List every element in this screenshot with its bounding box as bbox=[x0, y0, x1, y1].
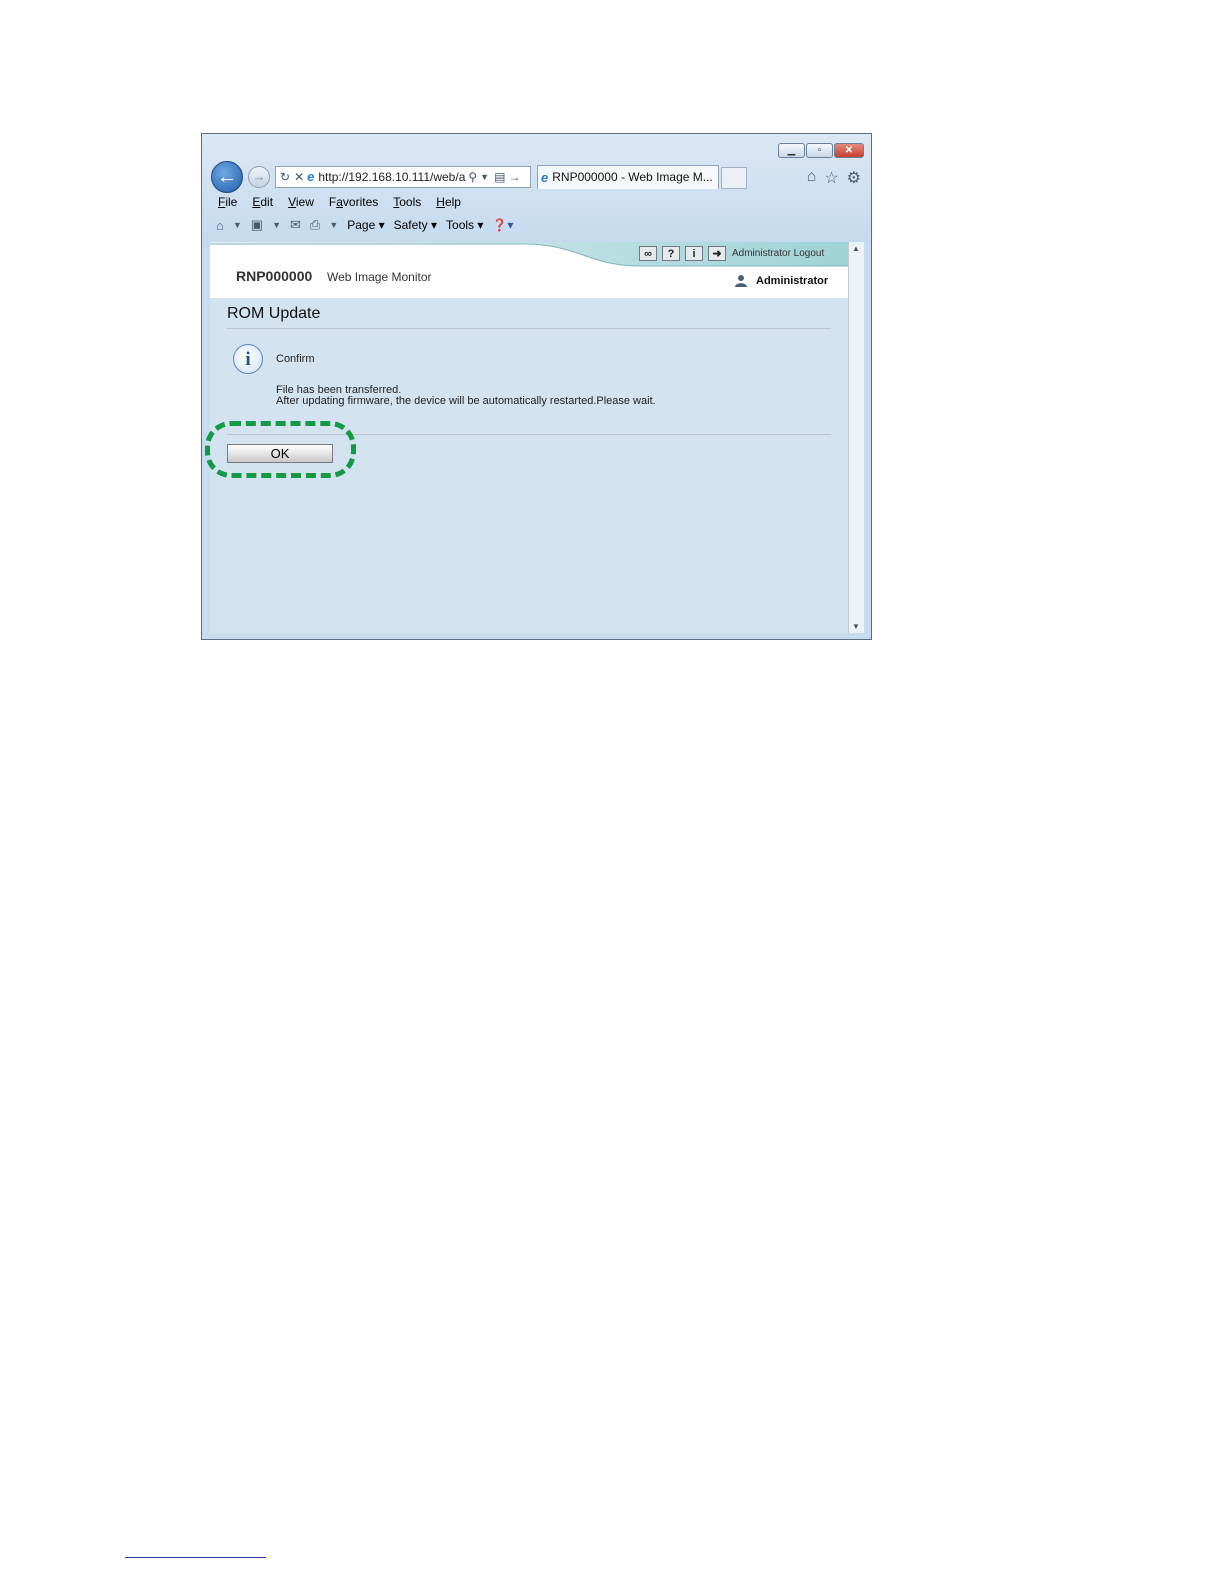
divider bbox=[227, 328, 831, 329]
search-icon[interactable]: ⚲ bbox=[468, 167, 477, 187]
product-name: RNP000000 bbox=[236, 268, 313, 284]
header-icons: ∞ ? i ➜ bbox=[639, 246, 726, 261]
address-dropdown-icon[interactable]: ▼ bbox=[480, 167, 489, 187]
footnote-rule bbox=[125, 1557, 266, 1558]
favorites-star-icon[interactable]: ☆ bbox=[824, 168, 838, 188]
browser-window: ▁ ▫ ✕ ← → ↻ ✕ e http://192.168.10.111/we… bbox=[201, 133, 872, 640]
page-menu[interactable]: Page ▾ bbox=[347, 218, 384, 232]
address-bar[interactable]: ↻ ✕ e http://192.168.10.111/web/a ⚲ ▼ ▤ … bbox=[275, 166, 531, 188]
tab-title: RNP000000 - Web Image M... bbox=[552, 170, 713, 184]
ok-button-callout bbox=[205, 421, 356, 478]
user-icon bbox=[735, 275, 747, 287]
confirm-label: Confirm bbox=[276, 353, 315, 365]
info-small-icon[interactable]: i bbox=[685, 246, 703, 261]
minimize-icon[interactable]: ▁ bbox=[778, 143, 805, 158]
feeds-icon[interactable]: ▣ bbox=[251, 217, 263, 233]
tools-menu[interactable]: Tools ▾ bbox=[446, 218, 483, 232]
logout-icon[interactable]: ➜ bbox=[708, 246, 726, 261]
home-icon[interactable]: ⌂ bbox=[807, 168, 817, 188]
back-arrow-icon[interactable]: ← bbox=[211, 161, 243, 193]
scroll-down-icon[interactable]: ▼ bbox=[852, 622, 860, 631]
browser-right-icons: ⌂ ☆ ⚙ bbox=[807, 168, 861, 188]
menu-favorites[interactable]: Favorites bbox=[329, 195, 378, 209]
page-title: ROM Update bbox=[227, 305, 321, 322]
caption-buttons: ▁ ▫ ✕ bbox=[778, 143, 864, 158]
close-icon[interactable]: ✕ bbox=[834, 143, 864, 158]
forward-arrow-icon[interactable]: → bbox=[248, 166, 270, 188]
print-icon[interactable]: ⎙ bbox=[310, 217, 320, 233]
go-arrow-icon[interactable]: → bbox=[508, 167, 520, 187]
mail-icon[interactable]: ✉ bbox=[290, 217, 301, 233]
app-header: ∞ ? i ➜ Administrator Logout RNP000000 W… bbox=[210, 242, 848, 298]
menu-help[interactable]: Help bbox=[436, 195, 461, 209]
user-name: Administrator bbox=[756, 275, 829, 287]
app-subtitle: Web Image Monitor bbox=[327, 270, 432, 284]
stop-icon[interactable]: ✕ bbox=[294, 167, 304, 187]
maximize-icon[interactable]: ▫ bbox=[806, 143, 833, 158]
safety-menu[interactable]: Safety ▾ bbox=[394, 218, 437, 232]
compat-view-icon[interactable]: ▤ bbox=[494, 167, 505, 187]
print-dropdown-icon[interactable]: ▼ bbox=[329, 220, 338, 230]
menu-tools[interactable]: Tools bbox=[393, 195, 421, 209]
feeds-dropdown-icon[interactable]: ▼ bbox=[272, 220, 281, 230]
menu-edit[interactable]: Edit bbox=[252, 195, 273, 209]
browser-tab[interactable]: e RNP000000 - Web Image M... × bbox=[537, 165, 719, 189]
menu-view[interactable]: View bbox=[288, 195, 314, 209]
menu-file[interactable]: File bbox=[218, 195, 237, 209]
info-icon: i bbox=[233, 344, 263, 374]
scroll-up-icon[interactable]: ▲ bbox=[852, 244, 860, 253]
address-text[interactable]: http://192.168.10.111/web/a bbox=[318, 167, 465, 187]
vertical-scrollbar[interactable]: ▲ ▼ bbox=[848, 242, 864, 633]
menu-bar: File Edit View Favorites Tools Help bbox=[218, 195, 461, 209]
help-menu-icon[interactable]: ❓▾ bbox=[492, 218, 513, 232]
refresh-icon[interactable]: ↻ bbox=[280, 167, 290, 187]
home-dropdown-icon[interactable]: ▼ bbox=[233, 220, 242, 230]
help-icon[interactable]: ? bbox=[662, 246, 680, 261]
admin-logout-link[interactable]: Administrator Logout bbox=[732, 248, 824, 259]
ie-tab-icon: e bbox=[541, 170, 549, 185]
ie-page-icon: e bbox=[307, 169, 315, 184]
settings-gear-icon[interactable]: ⚙ bbox=[847, 168, 861, 188]
link-icon[interactable]: ∞ bbox=[639, 246, 657, 261]
new-tab-button[interactable] bbox=[721, 167, 747, 189]
home-command-icon[interactable]: ⌂ bbox=[216, 218, 224, 233]
message-line-2: After updating firmware, the device will… bbox=[276, 395, 656, 407]
command-bar: ⌂ ▼ ▣ ▼ ✉ ⎙ ▼ Page ▾ Safety ▾ Tools ▾ ❓▾ bbox=[216, 217, 513, 233]
